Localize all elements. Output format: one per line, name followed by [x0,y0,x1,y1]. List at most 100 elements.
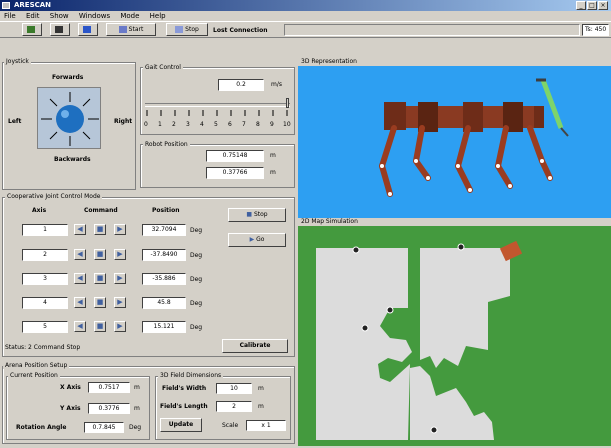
tick-label-5: 5 [214,121,218,128]
speed-slider-track[interactable] [145,103,290,107]
joint-go-button[interactable]: ▶ Go [228,233,286,247]
joystick-forwards-label: Forwards [52,74,84,81]
joystick-left-label: Left [8,118,22,125]
joystick-svg [41,92,99,146]
axis-field-2: 2 [22,249,68,261]
axis-field-3: 3 [22,273,68,285]
calibrate-button[interactable]: Calibrate [222,339,288,353]
rotation-angle-label: Rotation Angle [16,424,67,431]
y-axis-label: Y Axis [60,405,81,412]
tick-label-7: 7 [242,121,246,128]
position-unit-4: Deg [190,300,203,307]
connect-button[interactable] [22,23,42,36]
map-obstacle-4 [361,324,369,332]
field-length-unit: m [258,403,264,410]
view3d-title: 3D Representation [301,58,357,65]
minimize-button[interactable]: _ [576,1,586,10]
position-field-5: 15.121 [142,321,186,333]
close-button[interactable]: × [598,1,608,10]
field-length-label: Field's Length [160,403,208,410]
forward-button-3[interactable]: ▶ [114,273,126,284]
rewind-button-1[interactable]: ◀ [74,224,86,235]
forward-button-1[interactable]: ▶ [114,224,126,235]
tick-label-10: 10 [283,121,291,128]
pause-button-2[interactable]: ■ [94,249,106,260]
view3d-canvas[interactable] [298,66,611,218]
speed-input[interactable]: 0.2 [218,79,264,91]
position-field-1: 32.7094 [142,224,186,236]
position-field-2: -37.8490 [142,249,186,261]
x-axis-unit: m [134,384,140,391]
menu-help[interactable]: Help [150,12,166,20]
tick-label-2: 2 [172,121,176,128]
speed-slider-thumb[interactable] [286,98,289,108]
menu-edit[interactable]: Edit [26,12,40,20]
maximize-button[interactable]: □ [587,1,597,10]
timestep-field: Ts: 450 [582,24,609,36]
rewind-button-3[interactable]: ◀ [74,273,86,284]
position-unit-1: Deg [190,227,203,234]
menu-mode[interactable]: Mode [120,12,139,20]
field-width-input[interactable]: 10 [216,383,252,394]
forward-button-2[interactable]: ▶ [114,249,126,260]
robot-model [379,78,569,197]
menu-show[interactable]: Show [50,12,69,20]
disk-icon [55,26,63,33]
menu-windows[interactable]: Windows [79,12,110,20]
robot-3d-svg [379,78,569,197]
play-icon [118,26,127,33]
position-unit-2: Deg [190,252,203,259]
rotation-angle-unit: Deg [129,424,142,431]
scale-label: Scale [222,422,239,429]
forward-button-5[interactable]: ▶ [114,321,126,332]
tick-label-0: 0 [144,121,148,128]
pause-button-5[interactable]: ■ [94,321,106,332]
robot-y-field: 0.37766 [206,167,264,179]
save-button[interactable] [50,23,70,36]
app-icon [2,2,10,9]
rewind-button-2[interactable]: ◀ [74,249,86,260]
robot-position-title: Robot Position [143,141,190,148]
field-dimensions-title: 3D Field Dimensions [158,372,224,379]
menu-file[interactable]: File [4,12,16,20]
pause-button-3[interactable]: ■ [94,273,106,284]
scale-field[interactable]: x 1 [246,420,286,431]
position-header: Position [152,207,180,214]
pause-button-4[interactable]: ■ [94,297,106,308]
speed-unit: m/s [271,81,282,88]
gait-control-title: Gait Control [143,64,183,71]
joystick-title: Joystick [4,58,31,65]
tick-label-4: 4 [200,121,204,128]
joystick-backwards-label: Backwards [54,156,91,163]
rewind-button-5[interactable]: ◀ [74,321,86,332]
pause-button-1[interactable]: ■ [94,224,106,235]
axis-field-5: 5 [22,321,68,333]
stop-button[interactable]: Stop [166,23,208,36]
refresh-button[interactable] [78,23,98,36]
joint-status-text: Status: 2 Command Stop [5,344,81,351]
map2d-canvas[interactable] [298,226,611,446]
forward-button-4[interactable]: ▶ [114,297,126,308]
start-button[interactable]: Start [106,23,156,36]
arena-setup-title: Arena Position Setup [3,362,70,369]
joystick-right-label: Right [114,118,133,125]
menu-bar: File Edit Show Windows Mode Help [0,11,611,21]
axis-field-1: 1 [22,224,68,236]
map-white-area-left [316,248,412,440]
position-field-3: -35.886 [142,273,186,285]
map2d-title: 2D Map Simulation [301,218,358,225]
command-header: Command [84,207,118,214]
joystick-knob[interactable] [56,105,84,133]
joystick-pad[interactable] [37,87,101,149]
update-button[interactable]: Update [160,418,202,432]
rewind-button-4[interactable]: ◀ [74,297,86,308]
tick-label-6: 6 [228,121,232,128]
field-length-input[interactable]: 2 [216,401,252,412]
axis-field-4: 4 [22,297,68,309]
x-axis-label: X Axis [60,384,81,391]
field-width-unit: m [258,385,264,392]
position-unit-3: Deg [190,276,203,283]
joint-stop-button[interactable]: ■ Stop [228,208,286,222]
x-axis-field: 0.7517 [88,382,130,393]
map-obstacle-3 [386,306,394,314]
